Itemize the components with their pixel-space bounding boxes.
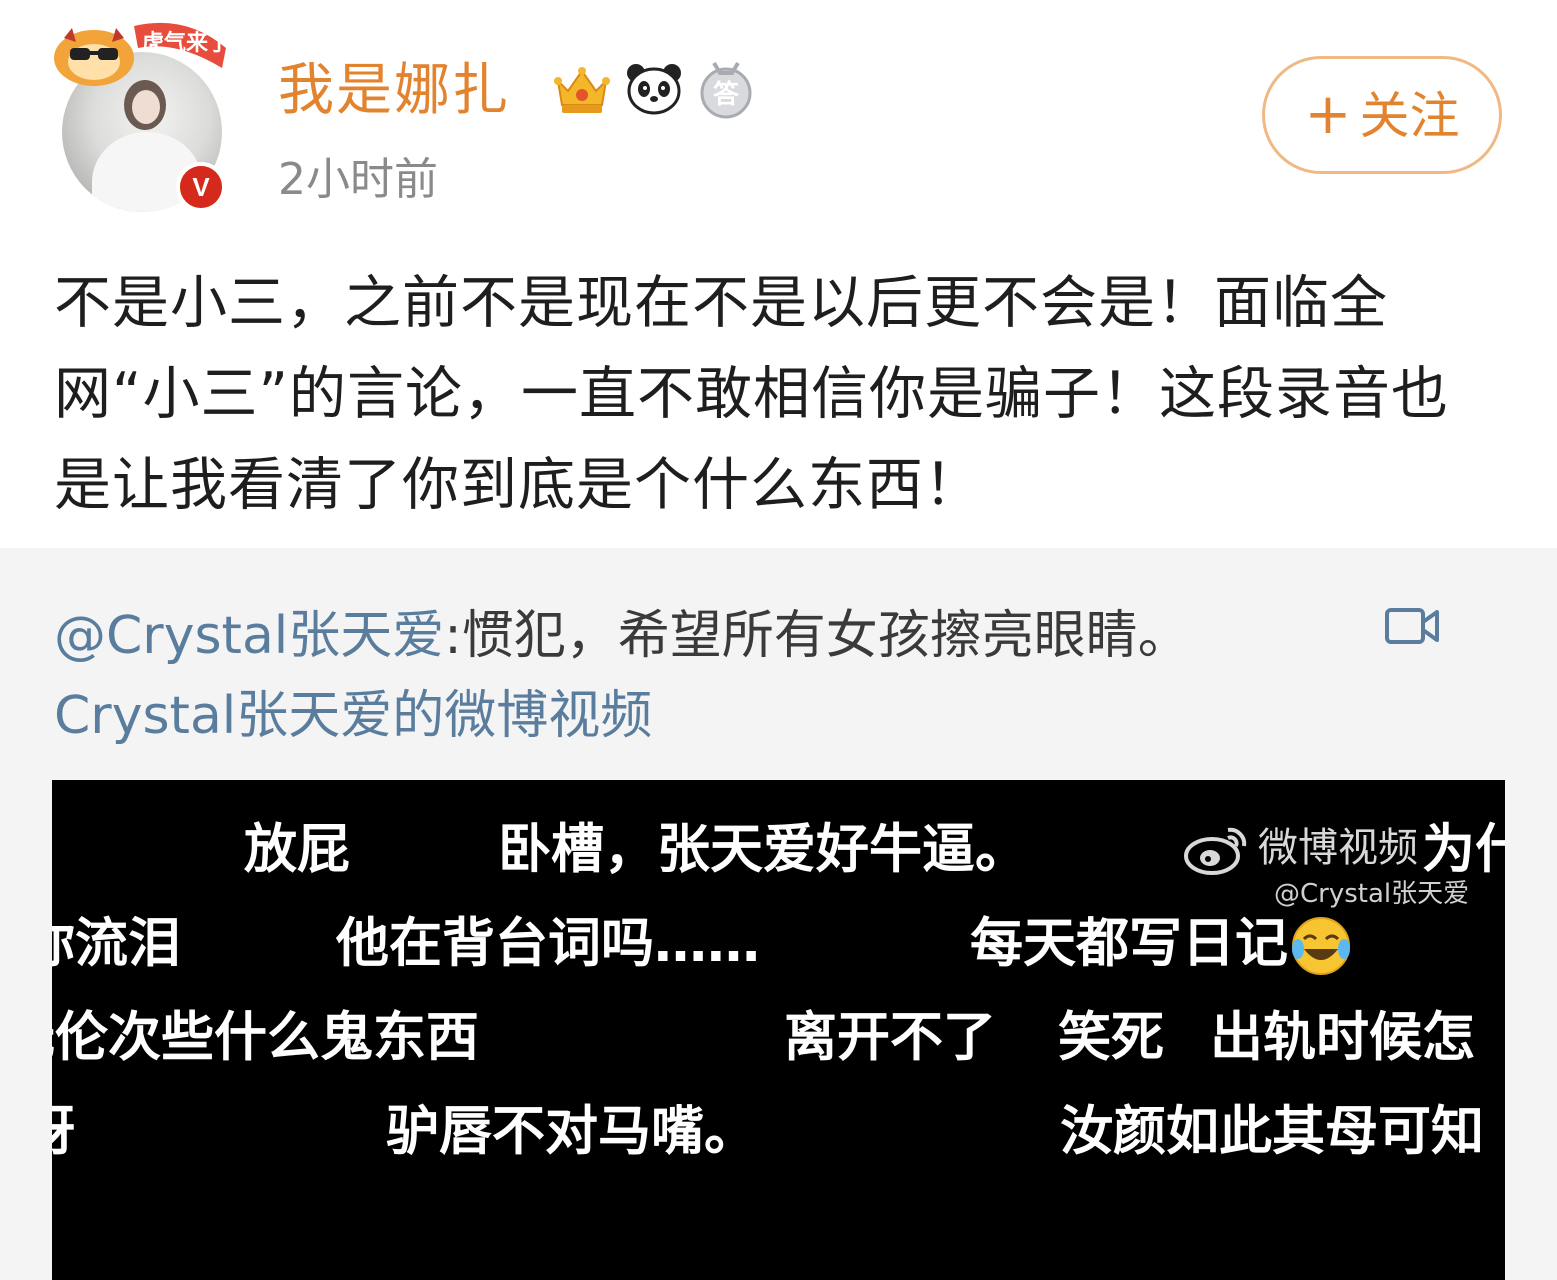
video-camera-icon[interactable] [1384,604,1440,648]
danmaku-comment: 无伦次些什么鬼东西 [52,1007,479,1068]
answer-badge-icon[interactable]: 答 [696,59,756,119]
follow-button[interactable]: + 关注 [1262,56,1502,174]
post-timestamp: 2小时前 [278,154,438,205]
danmaku-comment: 你流泪 [52,913,181,974]
danmaku-comment: 笑死 [1058,1007,1164,1068]
danmaku-comment: 呀 [52,1100,75,1164]
plus-icon: + [1304,82,1352,147]
avatar[interactable]: 虎气来了 V [40,12,240,212]
crown-badge-icon[interactable] [552,59,612,119]
laugh-cry-emoji-icon [1292,917,1350,976]
video-link[interactable]: Crystal张天爱的微博视频 [54,676,652,756]
pendant-text: 虎气来了 [142,30,230,56]
danmaku-comment: 驴唇不对马嘴。 [386,1101,757,1162]
panda-badge-icon[interactable] [624,59,684,119]
user-badges: 答 [552,54,756,124]
watermark-user: @Crystal张天爱 [1274,879,1470,909]
danmaku-comment: 汝颜如此其母可知 [1060,1101,1484,1162]
mention-link[interactable]: @Crystal张天爱 [54,606,444,666]
repost-text: :惯犯，希望所有女孩擦亮眼睛。 [444,606,1190,666]
verified-badge-icon: V [176,162,226,212]
post-text: 不是小三，之前不是现在不是以后更不会是！面临全网“小三”的言论，一直不敢相信你是… [54,270,1450,518]
follow-label: 关注 [1359,87,1460,145]
danmaku-comment: 为什 [1422,819,1505,880]
repost-card[interactable]: @Crystal张天爱:惯犯，希望所有女孩擦亮眼睛。 Crystal张天爱的微博… [0,548,1557,1280]
danmaku-comment: 每天都写日记 [970,912,1352,977]
repost-text-line: @Crystal张天爱:惯犯，希望所有女孩擦亮眼睛。 [54,596,1190,676]
danmaku-comment: 出轨时候怎 [1210,1007,1475,1068]
danmaku-comment: 他在背台词吗…… [336,913,760,974]
weibo-logo-icon [1184,827,1247,875]
watermark-title: 微博视频 [1258,825,1418,871]
danmaku-comment: 放屁 [244,819,350,880]
tiger-pendant-icon: 虎气来了 [54,22,230,86]
username[interactable]: 我是娜扎 [278,56,510,126]
danmaku-comment: 离开不了 [784,1007,996,1068]
danmaku-comment: 卧槽，张天爱好牛逼。 [498,819,1028,880]
svg-text:答: 答 [713,79,740,110]
video-player[interactable]: 微博视频 @Crystal张天爱 放屁 卧槽，张天爱好牛逼。 为什 你流泪 他在… [52,780,1505,1280]
